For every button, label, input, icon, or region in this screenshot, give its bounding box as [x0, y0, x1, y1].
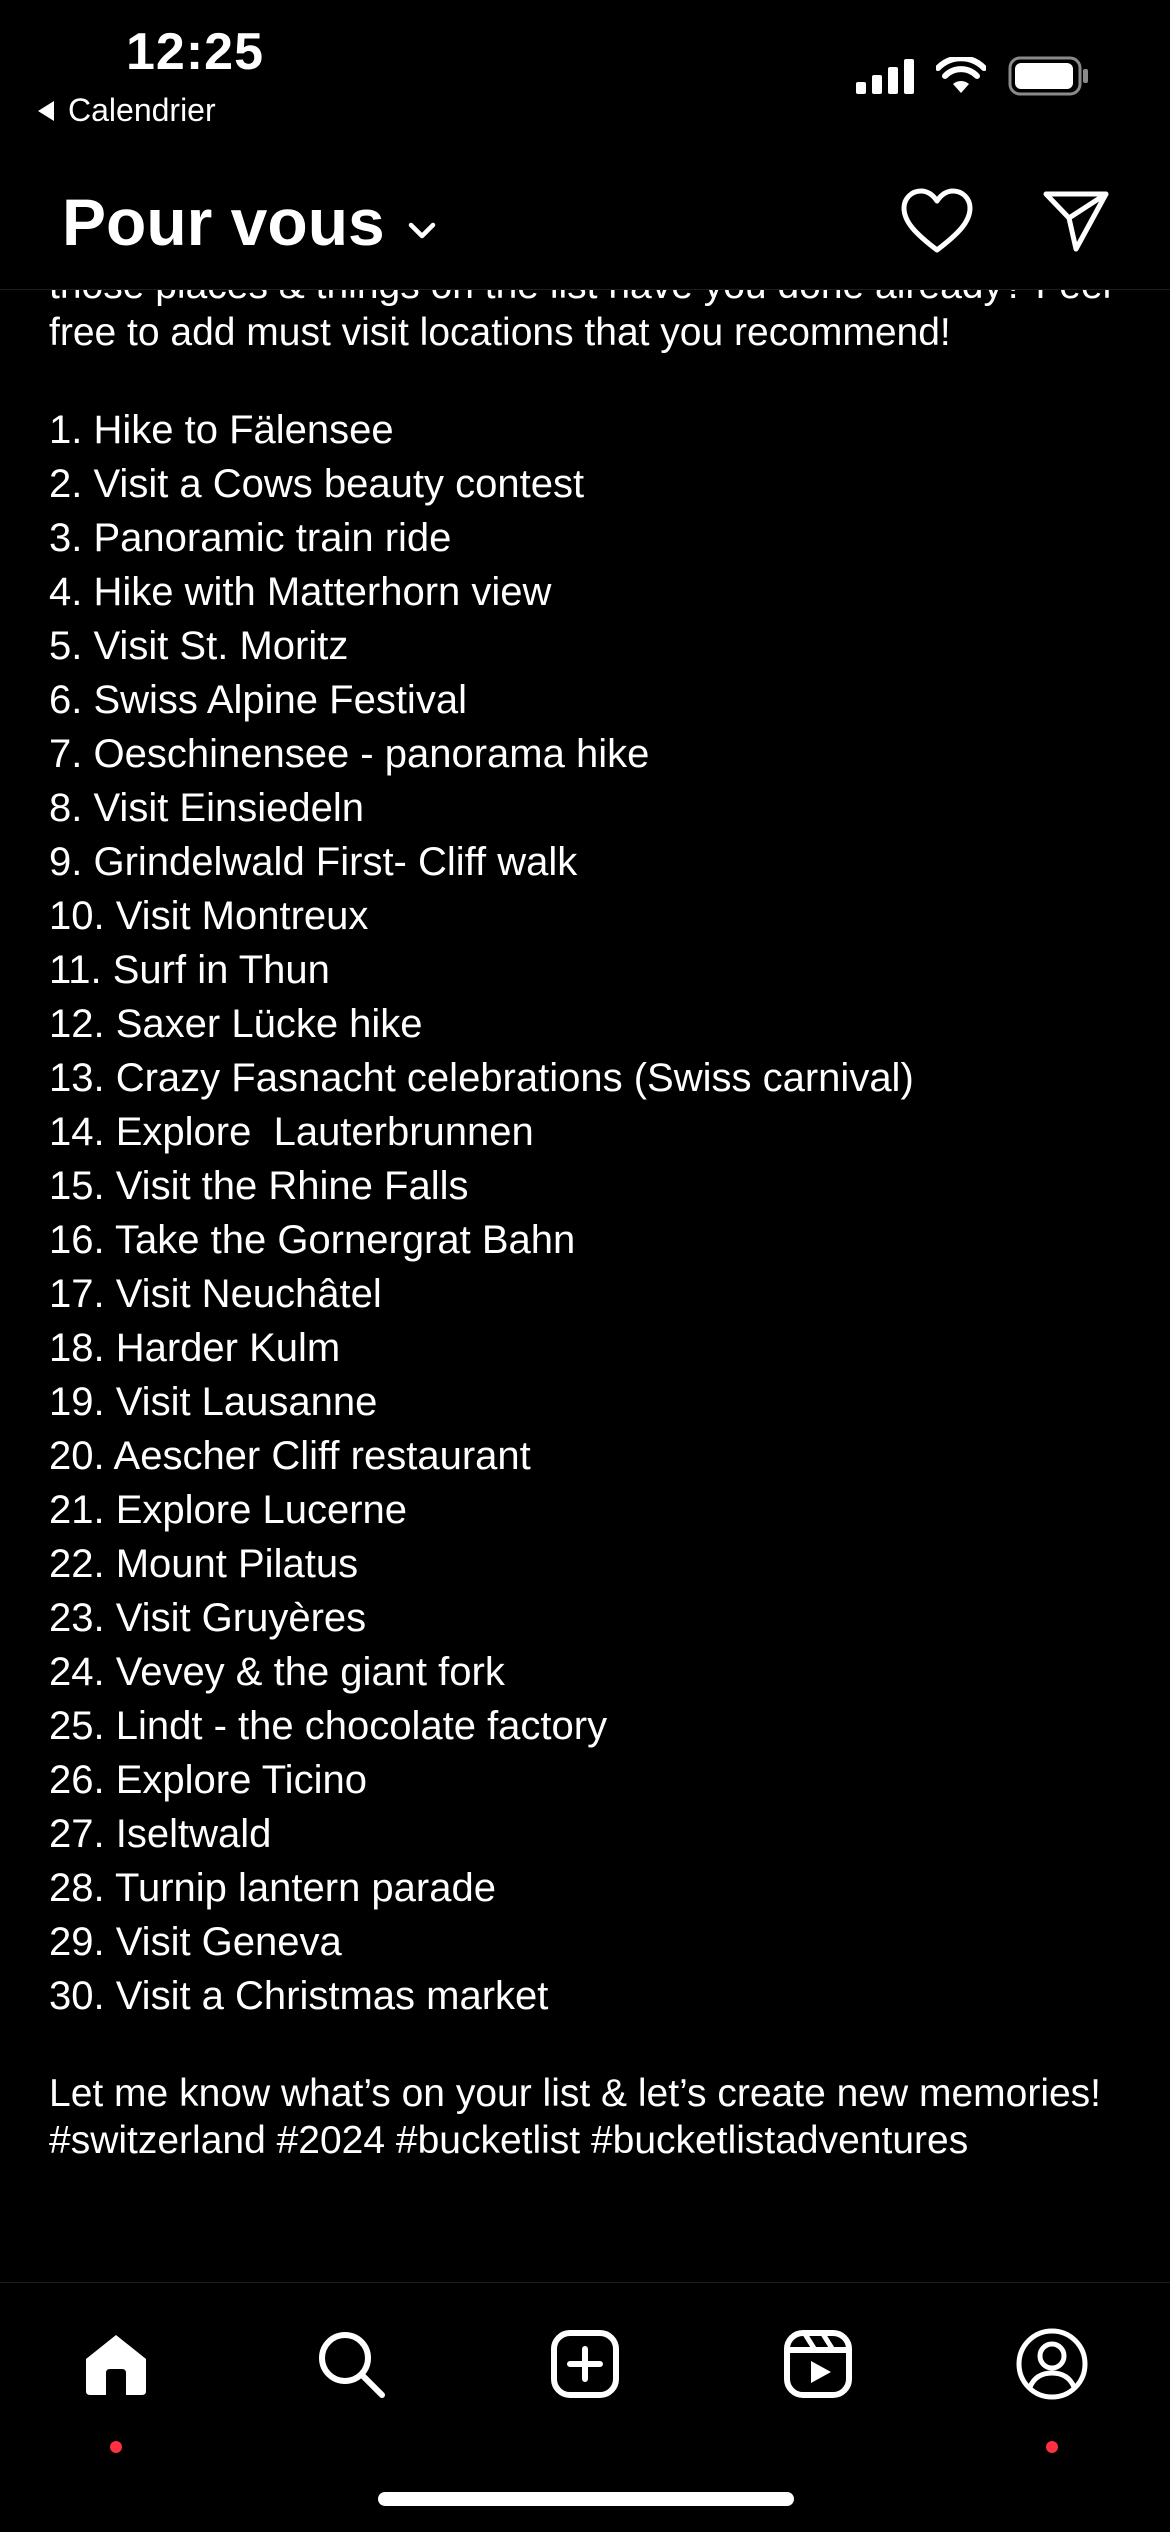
list-item: 30. Visit a Christmas market [49, 1974, 549, 2018]
notification-dot [1046, 2441, 1058, 2453]
status-bar: 12:25 Calendrier [0, 0, 1170, 150]
battery-icon [1008, 56, 1088, 96]
tab-search[interactable] [306, 2319, 396, 2409]
list-item: 17. Visit Neuchâtel [49, 1272, 382, 1316]
list-item: 1. Hike to Fälensee [49, 408, 394, 452]
bucket-list: 1. Hike to Fälensee 2. Visit a Cows beaut… [49, 403, 1129, 2023]
tab-home[interactable] [71, 2319, 161, 2453]
list-item: 19. Visit Lausanne [49, 1380, 378, 1424]
list-item: 15. Visit the Rhine Falls [49, 1164, 469, 1208]
caption-intro: those places & things on the list have y… [49, 290, 1111, 354]
profile-icon [1016, 2328, 1088, 2400]
caption-hashtags[interactable]: #switzerland #2024 #bucketlist #bucketli… [49, 2117, 1129, 2164]
list-item: 13. Crazy Fasnacht celebrations (Swiss c… [49, 1056, 914, 1100]
list-item: 6. Swiss Alpine Festival [49, 678, 467, 722]
tab-create[interactable] [540, 2319, 630, 2409]
list-item: 9. Grindelwald First- Cliff walk [49, 840, 578, 884]
list-item: 23. Visit Gruyères [49, 1596, 367, 1640]
send-icon[interactable] [1042, 189, 1110, 253]
list-item: 10. Visit Montreux [49, 894, 369, 938]
list-item: 4. Hike with Matterhorn view [49, 570, 552, 614]
tab-profile[interactable] [1007, 2319, 1097, 2453]
feed-title: Pour vous [62, 185, 385, 259]
back-triangle-icon [38, 100, 54, 121]
list-item: 28. Turnip lantern parade [49, 1866, 496, 1910]
list-item: 27. Iseltwald [49, 1812, 272, 1856]
list-item: 21. Explore Lucerne [49, 1488, 408, 1532]
wifi-icon [936, 57, 986, 93]
status-icons [856, 56, 1090, 96]
list-item: 7. Oeschinensee - panorama hike [49, 732, 650, 776]
header-actions [900, 188, 1110, 254]
back-to-app-link[interactable]: Calendrier [36, 92, 216, 129]
post-caption: those places & things on the list have y… [49, 290, 1129, 2282]
list-item: 11. Surf in Thun [49, 948, 330, 992]
home-icon [86, 2335, 146, 2395]
list-item: 24. Vevey & the giant fork [49, 1650, 505, 1694]
chevron-down-icon [408, 222, 435, 239]
reels-icon [784, 2330, 852, 2398]
home-indicator[interactable] [378, 2492, 794, 2506]
list-item: 20. Aescher Cliff restaurant [49, 1434, 531, 1478]
list-item: 14. Explore Lauterbrunnen [49, 1110, 534, 1154]
list-item: 8. Visit Einsiedeln [49, 786, 364, 830]
feed-selector[interactable]: Pour vous [62, 184, 437, 260]
list-item: 12. Saxer Lücke hike [49, 1002, 423, 1046]
tab-reels[interactable] [773, 2319, 863, 2409]
list-item: 18. Harder Kulm [49, 1326, 341, 1370]
caption-closing: Let me know what’s on your list & let’s … [49, 2072, 1102, 2115]
search-icon [319, 2332, 385, 2398]
heart-icon[interactable] [900, 188, 974, 254]
cellular-signal-icon [856, 59, 914, 94]
list-item: 29. Visit Geneva [49, 1920, 342, 1964]
status-time: 12:25 [126, 23, 264, 81]
list-item: 26. Explore Ticino [49, 1758, 367, 1802]
feed-header: Pour vous [0, 160, 1170, 290]
back-link-label: Calendrier [68, 92, 216, 128]
notification-dot [110, 2441, 122, 2453]
list-item: 5. Visit St. Moritz [49, 624, 349, 668]
create-icon [551, 2330, 619, 2398]
list-item: 16. Take the Gornergrat Bahn [49, 1218, 576, 1262]
list-item: 25. Lindt - the chocolate factory [49, 1704, 608, 1748]
list-item: 2. Visit a Cows beauty contest [49, 462, 585, 506]
list-item: 22. Mount Pilatus [49, 1542, 359, 1586]
list-item: 3. Panoramic train ride [49, 516, 452, 560]
